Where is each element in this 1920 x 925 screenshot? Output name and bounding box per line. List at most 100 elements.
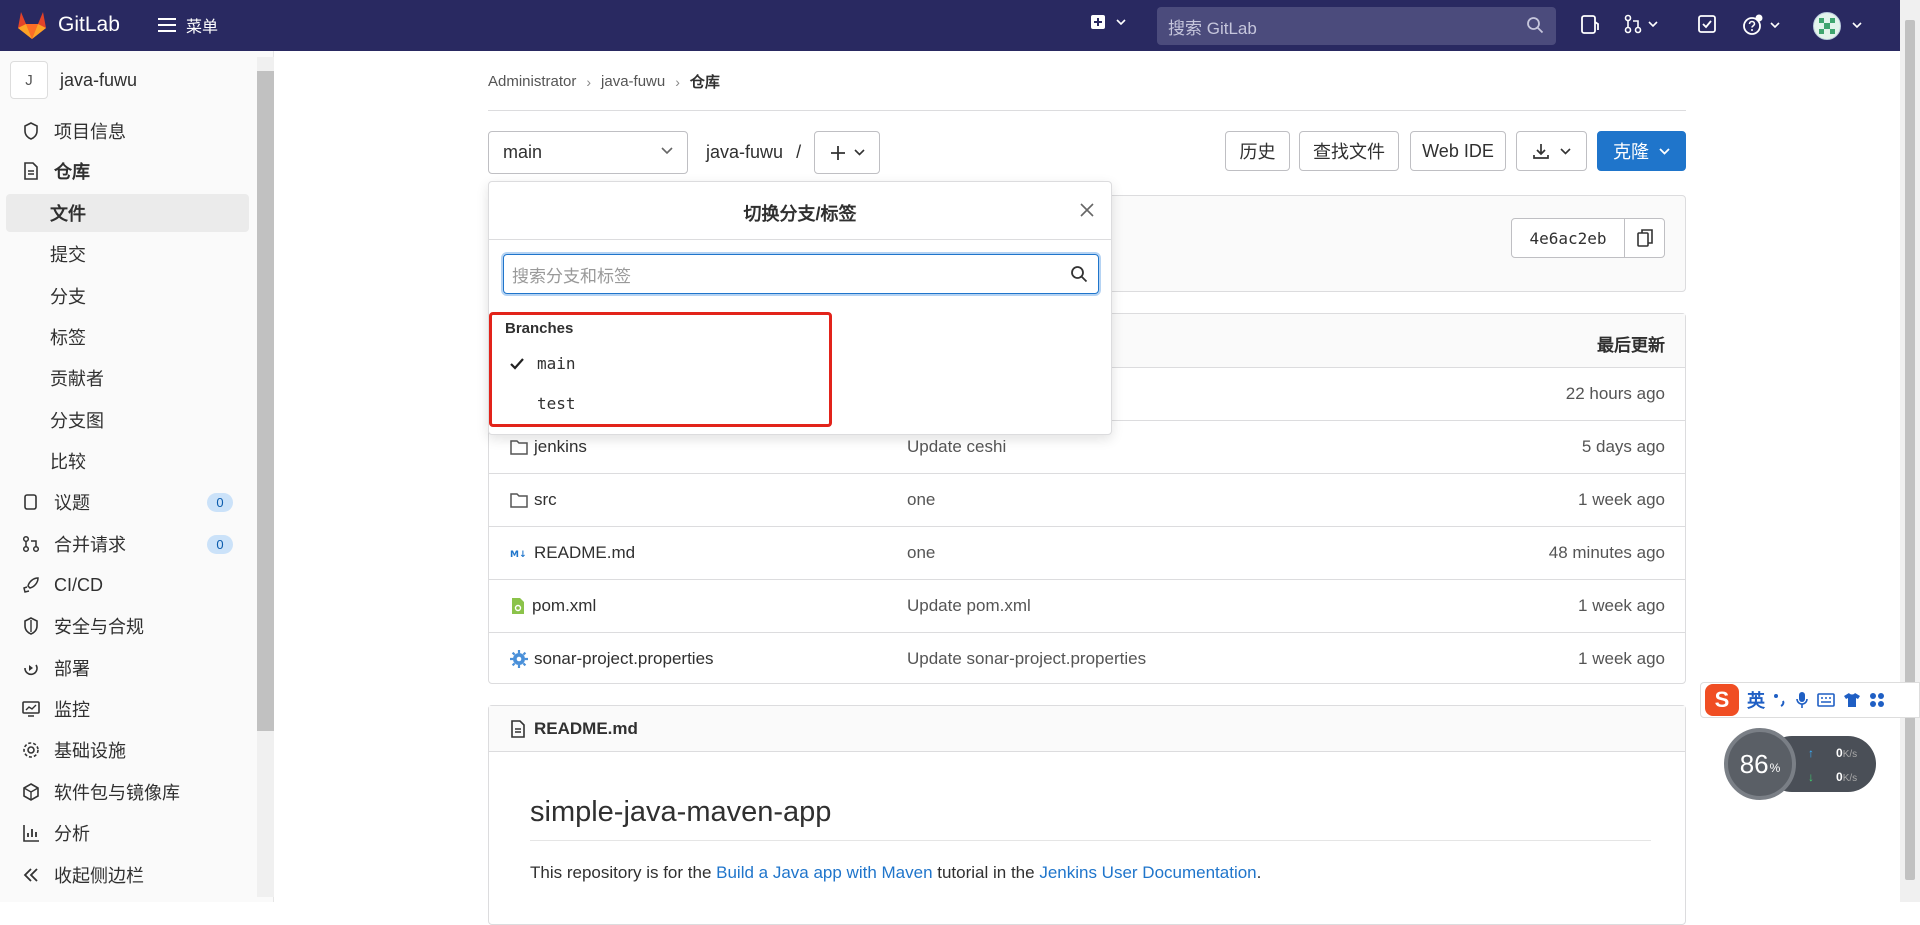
sidebar-item-repository[interactable]: 仓库 — [6, 152, 249, 190]
commit-message[interactable]: one — [907, 490, 935, 510]
readme-text: tutorial in the — [932, 863, 1040, 882]
commit-sha[interactable]: 4e6ac2eb — [1512, 219, 1625, 257]
collapse-sidebar-label: 收起侧边栏 — [54, 866, 144, 886]
sidebar-item-files[interactable]: 文件 — [6, 194, 249, 232]
search-input[interactable]: 搜索 GitLab — [1157, 7, 1556, 45]
breadcrumb-separator-icon: › — [675, 73, 680, 90]
divider — [488, 110, 1686, 111]
chevron-down-icon[interactable] — [1852, 22, 1862, 28]
todo-icon[interactable] — [1697, 14, 1717, 34]
gitlab-logo[interactable]: GitLab — [16, 10, 120, 40]
file-name[interactable]: pom.xml — [532, 596, 596, 616]
commit-message[interactable]: one — [907, 543, 935, 563]
find-file-button[interactable]: 查找文件 — [1299, 131, 1399, 171]
ime-toolbar[interactable]: S 英 — [1700, 682, 1920, 718]
table-row[interactable]: src one 1 week ago — [489, 474, 1685, 527]
check-icon — [510, 357, 524, 370]
close-icon[interactable] — [1080, 203, 1094, 217]
user-avatar[interactable] — [1813, 12, 1841, 40]
add-to-tree-button[interactable] — [814, 131, 880, 174]
plus-icon — [830, 145, 845, 160]
file-name[interactable]: src — [534, 490, 557, 510]
usage-percent: 86 — [1739, 748, 1769, 779]
sidebar-item-deployments[interactable]: 部署 — [6, 649, 249, 687]
sidebar-item-analytics[interactable]: 分析 — [6, 814, 249, 852]
sidebar-item-packages[interactable]: 软件包与镜像库 — [6, 773, 249, 811]
scrollbar-thumb[interactable] — [1905, 20, 1915, 880]
sidebar-item-compare[interactable]: 比较 — [6, 442, 249, 480]
sidebar-item-cicd[interactable]: CI/CD — [6, 566, 249, 604]
sidebar-item-project-info[interactable]: 项目信息 — [6, 112, 249, 150]
file-name[interactable]: README.md — [534, 543, 635, 563]
breadcrumb-item-current[interactable]: 仓库 — [690, 71, 720, 92]
sidebar-item-monitor[interactable]: 监控 — [6, 690, 249, 728]
repo-path-name[interactable]: java-fuwu — [706, 142, 783, 162]
sidebar-scrollbar[interactable] — [257, 57, 274, 897]
readme-title: simple-java-maven-app — [530, 796, 832, 828]
clone-button[interactable]: 克隆 — [1597, 131, 1686, 171]
breadcrumb-item-project[interactable]: java-fuwu — [601, 73, 665, 90]
sidebar-item-contributors[interactable]: 贡献者 — [6, 359, 249, 397]
sidebar-item-label: 提交 — [50, 245, 86, 265]
sidebar-item-merge-requests[interactable]: 合并请求 0 — [6, 525, 249, 563]
xml-file-icon — [512, 598, 524, 614]
file-name-cell[interactable]: sonar-project.properties — [510, 649, 714, 669]
page-scrollbar[interactable] — [1900, 0, 1920, 902]
branch-selector[interactable]: main — [488, 131, 688, 174]
readme-header: README.md — [489, 706, 1685, 752]
web-ide-button[interactable]: Web IDE — [1410, 131, 1506, 171]
file-time: 1 week ago — [1578, 596, 1665, 615]
network-speed-widget[interactable]: 86% ↑ 0K/s ↓ 0K/s — [1724, 728, 1876, 800]
download-speed-row: ↓ 0K/s — [1808, 770, 1857, 784]
breadcrumb-item-administrator[interactable]: Administrator — [488, 73, 576, 90]
sidebar-item-graph[interactable]: 分支图 — [6, 401, 249, 439]
file-name-cell[interactable]: pom.xml — [510, 596, 596, 616]
table-row[interactable]: sonar-project.properties Update sonar-pr… — [489, 633, 1685, 686]
sogou-logo-icon[interactable]: S — [1705, 684, 1739, 716]
file-name-cell[interactable]: src — [510, 490, 557, 510]
commit-message[interactable]: Update ceshi — [907, 437, 1006, 457]
copy-sha-button[interactable] — [1625, 219, 1664, 257]
shield-icon — [24, 617, 38, 635]
collapse-sidebar-button[interactable]: 收起侧边栏 — [6, 856, 249, 894]
sidebar-item-branches[interactable]: 分支 — [6, 277, 249, 315]
sidebar-item-tags[interactable]: 标签 — [6, 318, 249, 356]
new-dropdown-button[interactable] — [1090, 14, 1126, 30]
history-button[interactable]: 历史 — [1225, 131, 1290, 171]
table-row[interactable]: pom.xml Update pom.xml 1 week ago — [489, 580, 1685, 633]
branch-name: test — [537, 394, 576, 413]
microphone-icon[interactable] — [1795, 691, 1809, 709]
commit-message[interactable]: Update sonar-project.properties — [907, 649, 1146, 669]
branch-search-input[interactable]: 搜索分支和标签 — [503, 254, 1099, 294]
merge-requests-nav-button[interactable] — [1624, 14, 1658, 34]
readme-link-maven-tutorial[interactable]: Build a Java app with Maven — [716, 863, 932, 882]
issues-nav-icon[interactable] — [1580, 14, 1600, 36]
menu-button[interactable]: 菜单 — [158, 13, 218, 37]
help-button[interactable] — [1742, 14, 1780, 36]
download-button[interactable] — [1516, 131, 1587, 171]
readme-link-jenkins-docs[interactable]: Jenkins User Documentation — [1039, 863, 1256, 882]
sidebar-item-commits[interactable]: 提交 — [6, 235, 249, 273]
file-name[interactable]: sonar-project.properties — [534, 649, 714, 669]
file-name-cell[interactable]: M↓ README.md — [510, 543, 635, 563]
readme-filename[interactable]: README.md — [534, 719, 638, 739]
sidebar-scrollbar-thumb[interactable] — [257, 71, 274, 731]
table-row[interactable]: M↓ README.md one 48 minutes ago — [489, 527, 1685, 580]
grid-apps-icon[interactable] — [1869, 692, 1885, 708]
file-name[interactable]: jenkins — [534, 437, 587, 457]
punctuation-icon[interactable] — [1773, 691, 1787, 709]
commit-message[interactable]: Update pom.xml — [907, 596, 1031, 616]
branch-item-test[interactable]: test — [537, 394, 576, 413]
issues-count-badge: 0 — [207, 493, 233, 512]
sidebar-item-infrastructure[interactable]: 基础设施 — [6, 731, 249, 769]
keyboard-icon[interactable] — [1817, 692, 1835, 708]
project-link[interactable]: J java-fuwu — [10, 61, 137, 99]
file-name-cell[interactable]: jenkins — [510, 437, 587, 457]
ime-language[interactable]: 英 — [1747, 687, 1765, 713]
sidebar-item-security[interactable]: 安全与合规 — [6, 607, 249, 645]
branch-item-main[interactable]: main — [509, 354, 576, 373]
chevron-down-icon — [1659, 147, 1670, 155]
skin-shirt-icon[interactable] — [1843, 692, 1861, 708]
sidebar-item-issues[interactable]: 议题 0 — [6, 483, 249, 521]
svg-text:M↓: M↓ — [510, 550, 527, 559]
